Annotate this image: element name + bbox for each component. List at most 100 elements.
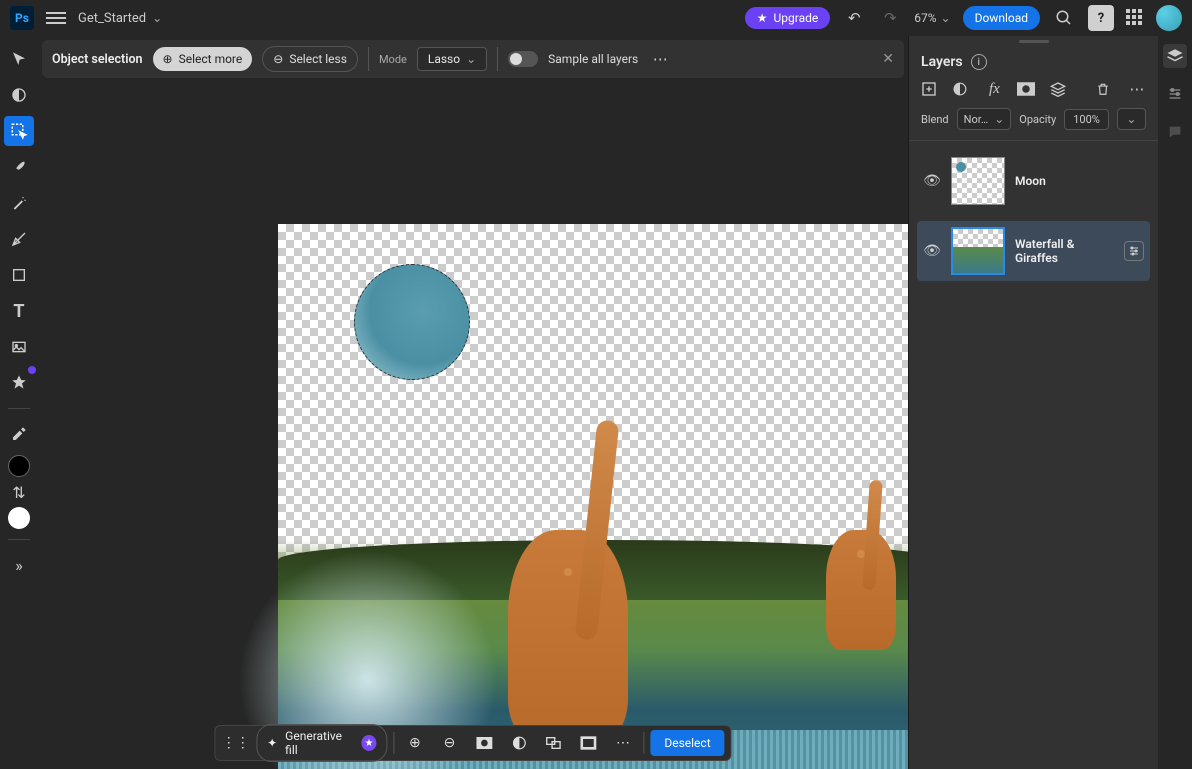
minus-target-icon: ⊖ [273, 52, 283, 66]
chevron-down-icon [994, 112, 1004, 126]
visibility-toggle-icon[interactable]: 👁 [923, 173, 941, 189]
sample-all-label: Sample all layers [548, 52, 638, 66]
options-title: Object selection [52, 52, 143, 67]
undo-icon[interactable]: ↶ [842, 6, 866, 30]
adjustment-layer-icon[interactable] [953, 82, 971, 96]
select-less-label: Select less [289, 52, 347, 66]
add-to-selection-icon[interactable]: ⊕ [400, 730, 429, 756]
close-options-icon[interactable]: ✕ [882, 51, 894, 67]
layers-panel-title: Layers [921, 54, 963, 70]
document-name: Get_Started [78, 11, 146, 26]
sparkle-icon: ✦ [267, 736, 277, 750]
premium-badge-icon: ★ [361, 735, 376, 751]
giraffe-small [826, 530, 896, 650]
search-icon[interactable] [1052, 6, 1076, 30]
layer-actions-row: fx ⋯ [909, 76, 1158, 106]
visibility-toggle-icon[interactable]: 👁 [923, 243, 941, 259]
comments-rail-icon[interactable] [1163, 120, 1187, 144]
mode-label: Mode [379, 53, 407, 66]
canvas-area[interactable]: ⋮⋮ ✦ Generative fill ★ ⊕ ⊖ ⋯ Deselect [38, 82, 908, 769]
top-bar: Ps Get_Started ★ Upgrade ↶ ↷ 67% Downloa… [0, 0, 1192, 36]
contextual-task-bar: ⋮⋮ ✦ Generative fill ★ ⊕ ⊖ ⋯ Deselect [214, 725, 731, 761]
blend-label: Blend [921, 113, 949, 126]
select-less-button[interactable]: ⊖ Select less [262, 46, 358, 72]
transform-selection-icon[interactable] [539, 730, 568, 756]
panel-grip[interactable] [909, 36, 1158, 46]
topbar-right: ★ Upgrade ↶ ↷ 67% Download ? [745, 5, 1182, 31]
info-icon[interactable]: i [971, 54, 987, 70]
more-options-icon[interactable]: ⋯ [648, 47, 672, 71]
brush-tool-icon[interactable] [4, 152, 34, 182]
plus-target-icon: ⊕ [163, 52, 173, 66]
blend-mode-dropdown[interactable]: Nor… [957, 108, 1012, 130]
app-switcher-icon[interactable] [1126, 9, 1144, 27]
redo-icon[interactable]: ↷ [878, 6, 902, 30]
select-more-button[interactable]: ⊕ Select more [153, 47, 253, 71]
layer-row-waterfall-giraffes[interactable]: 👁 Waterfall & Giraffes [917, 221, 1150, 281]
place-image-tool-icon[interactable] [4, 332, 34, 362]
group-layers-icon[interactable] [1050, 81, 1068, 97]
chevron-down-icon [1126, 112, 1136, 126]
help-icon[interactable]: ? [1088, 5, 1114, 31]
hamburger-menu-icon[interactable] [46, 12, 66, 24]
magic-wand-tool-icon[interactable] [4, 188, 34, 218]
deselect-button[interactable]: Deselect [650, 730, 724, 756]
layer-more-icon[interactable]: ⋯ [1128, 80, 1146, 98]
upgrade-label: Upgrade [773, 11, 818, 25]
properties-rail-icon[interactable] [1163, 82, 1187, 106]
subtract-from-selection-icon[interactable]: ⊖ [435, 730, 464, 756]
shape-tool-icon[interactable] [4, 260, 34, 290]
generative-fill-label: Generative fill [285, 729, 353, 757]
opacity-input[interactable]: 100% [1064, 109, 1109, 130]
foreground-color-swatch[interactable] [8, 455, 30, 477]
add-layer-icon[interactable] [921, 81, 939, 97]
more-actions-icon[interactable]: ⋯ [609, 730, 638, 756]
document-canvas[interactable] [278, 224, 908, 769]
layers-rail-icon[interactable] [1163, 44, 1187, 68]
chevron-down-icon [152, 11, 162, 26]
mask-icon[interactable] [470, 730, 499, 756]
opacity-dropdown[interactable] [1117, 108, 1146, 130]
object-selection-tool-icon[interactable] [4, 116, 34, 146]
layer-thumbnail[interactable] [951, 157, 1005, 205]
mode-dropdown[interactable]: Lasso [417, 47, 487, 71]
upgrade-button[interactable]: ★ Upgrade [745, 7, 831, 29]
layers-list: 👁 Moon 👁 Waterfall & Giraffes [909, 141, 1158, 291]
blend-row: Blend Nor… Opacity 100% [909, 106, 1158, 141]
generative-fill-button[interactable]: ✦ Generative fill ★ [256, 724, 387, 762]
opacity-label: Opacity [1019, 113, 1056, 126]
layer-thumbnail[interactable] [951, 227, 1005, 275]
delete-layer-icon[interactable] [1096, 81, 1114, 97]
opacity-value: 100% [1073, 113, 1100, 126]
layer-mask-icon[interactable] [1017, 82, 1035, 96]
more-tools-icon[interactable]: » [4, 550, 34, 580]
text-tool-icon[interactable]: T [4, 296, 34, 326]
zoom-value: 67% [914, 11, 936, 25]
layer-properties-icon[interactable] [1124, 241, 1144, 261]
sample-all-layers-toggle[interactable] [508, 51, 538, 67]
select-more-label: Select more [179, 52, 243, 66]
star-icon: ★ [757, 11, 768, 25]
layer-row-moon[interactable]: 👁 Moon [917, 151, 1150, 211]
document-name-dropdown[interactable]: Get_Started [78, 11, 162, 26]
layers-panel: Layers i fx ⋯ Blend Nor… Opacity 100% [908, 36, 1158, 769]
giraffe-large [508, 530, 628, 740]
crop-tool-icon[interactable] [4, 368, 34, 398]
move-tool-icon[interactable] [4, 44, 34, 74]
eyedropper-tool-icon[interactable] [4, 419, 34, 449]
pen-tool-icon[interactable] [4, 224, 34, 254]
layer-effects-icon[interactable]: fx [985, 81, 1003, 98]
left-toolbar: T ⇅ » [0, 36, 38, 769]
download-button[interactable]: Download [963, 6, 1040, 30]
user-avatar[interactable] [1156, 5, 1182, 31]
zoom-dropdown[interactable]: 67% [914, 11, 950, 25]
transform-tool-icon[interactable] [4, 80, 34, 110]
options-bar: Object selection ⊕ Select more ⊖ Select … [42, 40, 904, 78]
swap-colors-icon[interactable]: ⇅ [4, 483, 34, 501]
adjust-icon[interactable] [505, 730, 534, 756]
moon-selection[interactable] [354, 264, 470, 380]
drag-handle-icon[interactable]: ⋮⋮ [221, 730, 250, 756]
invert-selection-icon[interactable] [574, 730, 603, 756]
app-logo[interactable]: Ps [10, 6, 34, 30]
background-color-swatch[interactable] [8, 507, 30, 529]
